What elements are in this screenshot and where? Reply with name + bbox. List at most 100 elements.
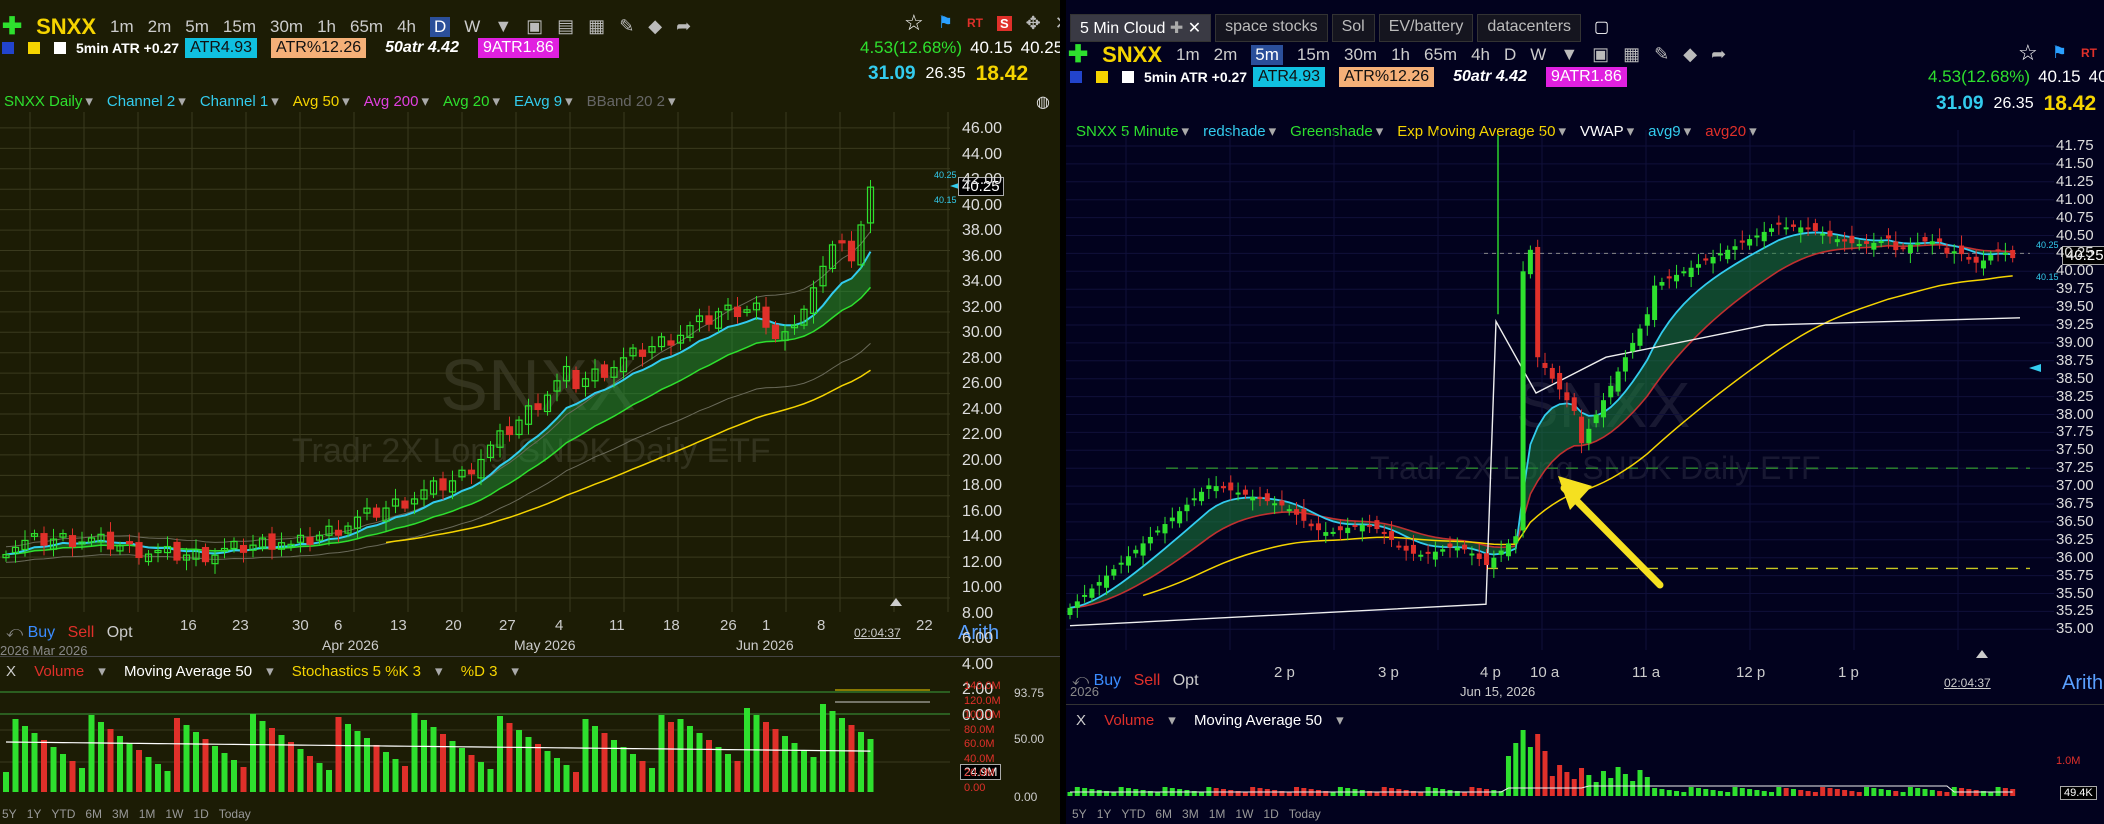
study-legend-item[interactable]: Avg 50 (293, 93, 339, 110)
move-icon[interactable]: ✚ (1170, 20, 1183, 37)
save-icon[interactable]: ▤ (557, 16, 574, 37)
left-volume-chart[interactable] (0, 680, 1060, 800)
chevron-down-icon[interactable]: ▾ (492, 93, 500, 110)
symbol-input[interactable]: SNXX (36, 14, 96, 40)
chevron-down-icon[interactable]: ▼ (1560, 44, 1578, 65)
chevron-down-icon[interactable]: ▼ (494, 16, 512, 37)
chevron-down-icon[interactable]: ▾ (668, 93, 676, 110)
study-legend-item[interactable]: Avg 200 (364, 93, 419, 110)
range-today[interactable]: Today (219, 807, 251, 821)
tf-1m[interactable]: 1m (110, 17, 134, 37)
ma-legend[interactable]: Moving Average 50 (1194, 712, 1322, 729)
eraser-icon[interactable]: ◆ (1683, 44, 1697, 65)
ma-legend[interactable]: Moving Average 50 (124, 663, 252, 680)
close-study-icon[interactable]: X (6, 663, 16, 680)
flag-icon[interactable]: ⚑ (938, 13, 953, 33)
range-today[interactable]: Today (1289, 807, 1321, 821)
tf-5m[interactable]: 5m (1251, 44, 1283, 65)
tf-15m[interactable]: 15m (1297, 45, 1330, 65)
tf-1h[interactable]: 1h (317, 17, 336, 37)
tf-w[interactable]: W (464, 17, 480, 37)
share-icon[interactable]: ➦ (676, 16, 691, 37)
study-legend-item[interactable]: Avg 20 (443, 93, 489, 110)
range-3m[interactable]: 3M (1182, 807, 1199, 821)
tf-1h[interactable]: 1h (1391, 45, 1410, 65)
grid-icon[interactable]: ▦ (1623, 44, 1640, 65)
eraser-icon[interactable]: ◆ (648, 16, 662, 37)
range-5y[interactable]: 5Y (2, 807, 17, 821)
chevron-down-icon[interactable]: ▾ (85, 93, 93, 110)
range-1w[interactable]: 1W (1235, 807, 1253, 821)
tf-65m[interactable]: 65m (1424, 45, 1457, 65)
range-1y[interactable]: 1Y (1097, 807, 1112, 821)
tf-1m[interactable]: 1m (1176, 45, 1200, 65)
chevron-down-icon[interactable]: ▾ (1168, 712, 1176, 729)
new-tab-icon[interactable]: ▢ (1585, 14, 1618, 42)
tf-4h[interactable]: 4h (397, 17, 416, 37)
share-icon[interactable]: ➦ (1711, 44, 1726, 65)
sell-button[interactable]: Sell (1134, 672, 1161, 689)
volume-legend[interactable]: Volume (1104, 712, 1154, 729)
chevron-down-icon[interactable]: ▾ (421, 93, 429, 110)
scale-mode[interactable]: Arith (2062, 672, 2103, 695)
range-1y[interactable]: 1Y (27, 807, 42, 821)
tab-ev-battery[interactable]: EV/battery (1378, 14, 1474, 42)
chevron-down-icon[interactable]: ▾ (511, 663, 519, 680)
add-symbol-icon[interactable]: ✚ (1068, 40, 1088, 69)
study-legend-item[interactable]: EAvg 9 (514, 93, 562, 110)
back-arrow-icon[interactable]: ⤺ (1072, 672, 1089, 689)
s-button[interactable]: S (996, 15, 1012, 31)
chevron-down-icon[interactable]: ▾ (1336, 712, 1344, 729)
star-icon[interactable]: ☆ (2018, 40, 2038, 66)
study-legend-item[interactable]: Channel 1 (200, 93, 268, 110)
volume-legend[interactable]: Volume (34, 663, 84, 680)
add-symbol-icon[interactable]: ✚ (2, 12, 22, 41)
range-1w[interactable]: 1W (165, 807, 183, 821)
tf-30m[interactable]: 30m (270, 17, 303, 37)
move-icon[interactable]: ✥ (1026, 13, 1041, 34)
pd-legend[interactable]: %D 3 (461, 663, 498, 680)
close-icon[interactable]: ✕ (1188, 20, 1201, 37)
range-ytd[interactable]: YTD (1121, 807, 1145, 821)
tf-w[interactable]: W (1530, 45, 1546, 65)
opt-button[interactable]: Opt (1173, 672, 1199, 689)
range-1m[interactable]: 1M (1209, 807, 1226, 821)
range-3m[interactable]: 3M (112, 807, 129, 821)
chevron-down-icon[interactable]: ▾ (178, 93, 186, 110)
range-6m[interactable]: 6M (85, 807, 102, 821)
chevron-down-icon[interactable]: ▾ (98, 663, 106, 680)
tf-15m[interactable]: 15m (223, 17, 256, 37)
study-legend-item[interactable]: Channel 2 (107, 93, 175, 110)
tf-d[interactable]: D (429, 16, 451, 37)
pencil-icon[interactable]: ✎ (1654, 44, 1669, 65)
buy-button[interactable]: Buy (28, 624, 56, 641)
intraday-price-chart[interactable] (1066, 130, 2104, 670)
tab-sol[interactable]: Sol (1331, 14, 1375, 42)
buy-button[interactable]: Buy (1094, 672, 1122, 689)
chevron-down-icon[interactable]: ▾ (565, 93, 573, 110)
range-5y[interactable]: 5Y (1072, 807, 1087, 821)
daily-price-chart[interactable] (0, 112, 1060, 632)
tf-30m[interactable]: 30m (1344, 45, 1377, 65)
tf-2m[interactable]: 2m (1214, 45, 1238, 65)
tab-space-stocks[interactable]: space stocks (1215, 14, 1328, 42)
chevron-down-icon[interactable]: ▾ (271, 93, 279, 110)
grid-icon[interactable]: ▦ (588, 16, 605, 37)
flag-icon[interactable]: ⚑ (2052, 43, 2067, 63)
tf-65m[interactable]: 65m (350, 17, 383, 37)
sell-button[interactable]: Sell (68, 624, 95, 641)
study-legend-item[interactable]: BBand 20 2 (587, 93, 665, 110)
text-tool-icon[interactable]: ▣ (1592, 44, 1609, 65)
opt-button[interactable]: Opt (107, 624, 133, 641)
range-1d[interactable]: 1D (1263, 807, 1278, 821)
right-volume-chart[interactable] (1066, 730, 2104, 806)
star-icon[interactable]: ☆ (904, 10, 924, 36)
text-tool-icon[interactable]: ▣ (526, 16, 543, 37)
tab-5-min-cloud[interactable]: 5 Min Cloud ✚ ✕ (1070, 14, 1212, 42)
close-study-icon[interactable]: X (1076, 712, 1086, 729)
back-arrow-icon[interactable]: ⤺ (6, 624, 23, 641)
chevron-down-icon[interactable]: ▾ (266, 663, 274, 680)
tf-4h[interactable]: 4h (1471, 45, 1490, 65)
pencil-icon[interactable]: ✎ (619, 16, 634, 37)
tab-datacenters[interactable]: datacenters (1477, 14, 1582, 42)
